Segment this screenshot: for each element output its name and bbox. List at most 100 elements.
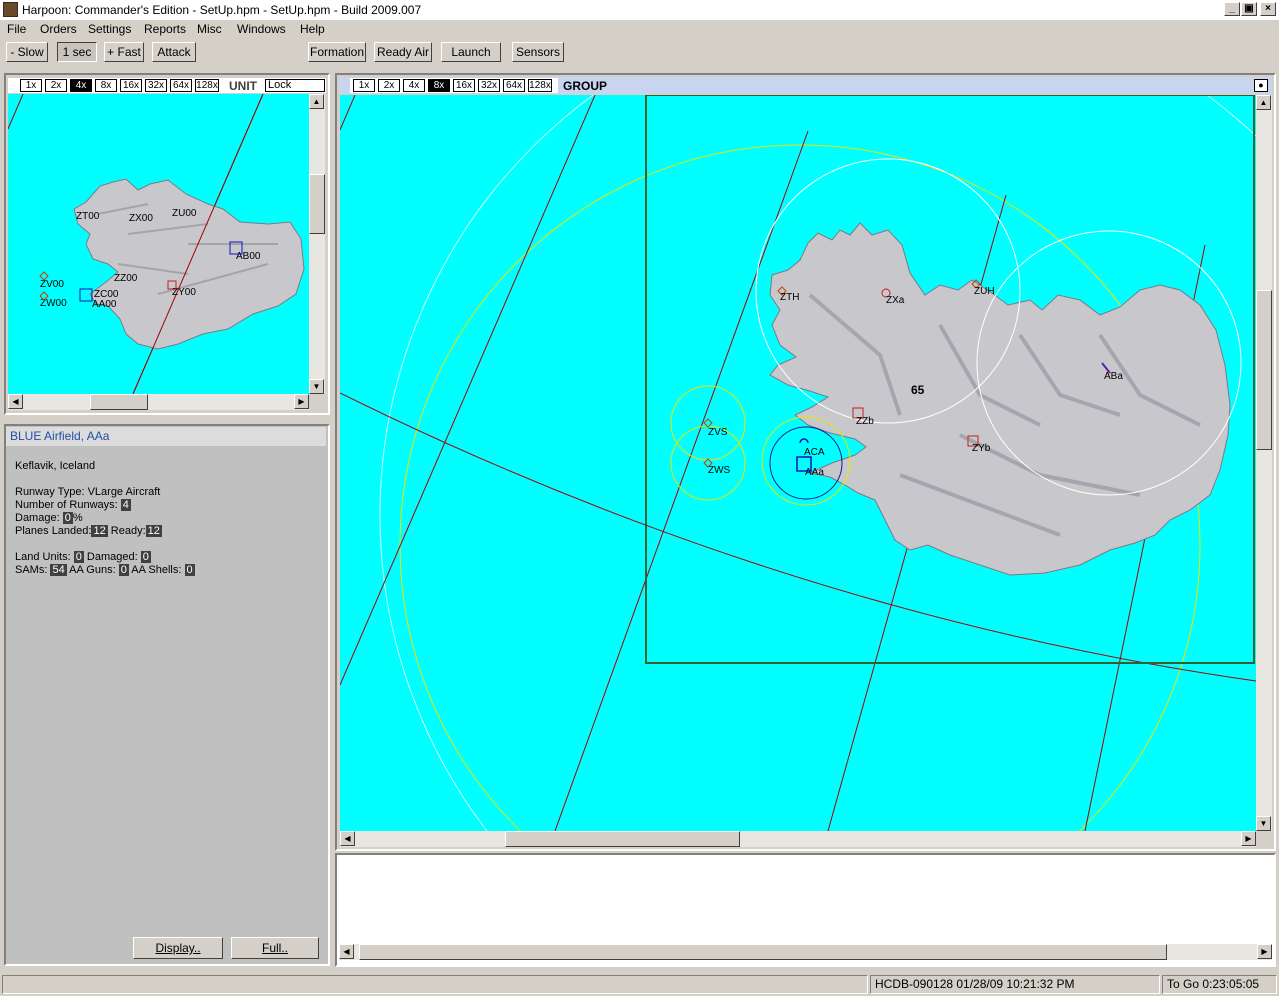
scroll-down-icon[interactable]: ▼	[1256, 816, 1271, 831]
unit-map[interactable]: ZT00 ZX00 ZU00 AB00 ZZ00 ZV00 ZW00 ZC00 …	[8, 94, 309, 394]
menu-file[interactable]: File	[7, 22, 26, 36]
unit-marker-zx00[interactable]: ZX00	[129, 213, 153, 224]
unit-zoom-8x[interactable]: 8x	[95, 79, 117, 92]
close-button[interactable]: ×	[1260, 2, 1276, 16]
info-header: BLUE Airfield, AAa	[6, 427, 326, 446]
scroll-thumb[interactable]	[1256, 290, 1272, 450]
sams-value: 54	[50, 564, 67, 576]
group-zoom-128x[interactable]: 128x	[528, 79, 552, 92]
slow-button[interactable]: - Slow	[6, 42, 48, 62]
group-marker-aba[interactable]: ABa	[1104, 371, 1123, 382]
group-map-hscroll[interactable]: ◀ ▶	[340, 831, 1256, 847]
time-step-button[interactable]: 1 sec	[57, 42, 97, 62]
group-zoom-64x[interactable]: 64x	[503, 79, 525, 92]
info-defenses: SAMs: 54 AA Guns: 0 AA Shells: 0	[15, 564, 195, 576]
app-icon	[3, 2, 18, 17]
unit-marker-ab00[interactable]: AB00	[236, 251, 261, 262]
group-zoom-strip: 1x 2x 4x 8x 16x 32x 64x 128x	[350, 78, 558, 93]
unit-marker-zz00[interactable]: ZZ00	[114, 273, 138, 284]
scroll-thumb[interactable]	[90, 394, 148, 410]
group-marker-zxa[interactable]: ZXa	[886, 295, 905, 306]
land-units-value: 0	[73, 551, 84, 563]
status-to-go: To Go 0:23:05:05	[1162, 975, 1277, 994]
group-zoom-2x[interactable]: 2x	[378, 79, 400, 92]
unit-marker-zt00[interactable]: ZT00	[76, 211, 100, 222]
group-zoom-4x[interactable]: 4x	[403, 79, 425, 92]
num-runways-value: 4	[120, 499, 131, 511]
scroll-right-icon[interactable]: ▶	[294, 394, 309, 409]
menu-reports[interactable]: Reports	[144, 22, 186, 36]
sensors-button[interactable]: Sensors	[512, 42, 564, 62]
info-location: Keflavik, Iceland	[15, 460, 96, 472]
scroll-left-icon[interactable]: ◀	[339, 944, 354, 959]
planes-landed-label: Planes Landed:	[15, 525, 92, 537]
group-zoom-16x[interactable]: 16x	[453, 79, 475, 92]
message-log-hscroll[interactable]: ◀ ▶	[339, 944, 1272, 960]
full-button[interactable]: Full..	[231, 937, 319, 959]
unit-marker-zv00[interactable]: ZV00	[40, 279, 64, 290]
group-marker-aaa[interactable]: AAa	[805, 467, 824, 478]
unit-map-hscroll[interactable]: ◀ ▶	[8, 394, 309, 410]
unit-map-vscroll[interactable]: ▲ ▼	[309, 94, 325, 394]
unit-zoom-1x[interactable]: 1x	[20, 79, 42, 92]
unit-zoom-64x[interactable]: 64x	[170, 79, 192, 92]
group-marker-zyb[interactable]: ZYb	[972, 443, 991, 454]
unit-zoom-2x[interactable]: 2x	[45, 79, 67, 92]
scroll-down-icon[interactable]: ▼	[309, 379, 324, 394]
menu-help[interactable]: Help	[300, 22, 325, 36]
restore-button[interactable]: ▣	[1241, 2, 1257, 16]
menu-misc[interactable]: Misc	[197, 22, 222, 36]
group-zoom-1x[interactable]: 1x	[353, 79, 375, 92]
scroll-right-icon[interactable]: ▶	[1257, 944, 1272, 959]
formation-button[interactable]: Formation	[308, 42, 366, 62]
status-db-time: HCDB-090128 01/28/09 10:21:32 PM	[870, 975, 1160, 994]
scroll-thumb[interactable]	[359, 944, 1167, 960]
damage-label: Damage:	[15, 512, 60, 524]
fast-button[interactable]: + Fast	[104, 42, 144, 62]
damaged-label: Damaged:	[86, 551, 138, 563]
menu-windows[interactable]: Windows	[237, 22, 286, 36]
aa-guns-label: AA Guns:	[69, 564, 116, 576]
group-marker-zth[interactable]: ZTH	[780, 292, 799, 303]
scroll-up-icon[interactable]: ▲	[309, 94, 324, 109]
pin-icon[interactable]: ●	[1254, 79, 1268, 92]
unit-zoom-4x[interactable]: 4x	[70, 79, 92, 92]
unit-zoom-128x[interactable]: 128x	[195, 79, 219, 92]
unit-zoom-16x[interactable]: 16x	[120, 79, 142, 92]
group-marker-aca[interactable]: ACA	[804, 447, 825, 458]
unit-marker-aa00[interactable]: AA00	[92, 299, 117, 310]
scroll-up-icon[interactable]: ▲	[1256, 95, 1271, 110]
group-map[interactable]: ZTH ZXa ZUH ABa 65 ZZb ZYb ZVS ZWS ACA A…	[340, 95, 1256, 831]
group-marker-zws[interactable]: ZWS	[708, 465, 731, 476]
lock-field[interactable]: Lock	[265, 79, 325, 92]
unit-marker-zu00[interactable]: ZU00	[172, 208, 197, 219]
launch-button[interactable]: Launch	[441, 42, 501, 62]
group-marker-zzb[interactable]: ZZb	[856, 416, 874, 427]
group-marker-zvs[interactable]: ZVS	[708, 427, 728, 438]
minimize-button[interactable]: _	[1224, 2, 1240, 16]
ready-air-button[interactable]: Ready Air	[374, 42, 432, 62]
attack-button[interactable]: Attack	[152, 42, 196, 62]
aa-shells-label: AA Shells:	[131, 564, 182, 576]
group-zoom-32x[interactable]: 32x	[478, 79, 500, 92]
aa-guns-value: 0	[118, 564, 129, 576]
info-damage: Damage: 0%	[15, 512, 83, 524]
aa-shells-value: 0	[184, 564, 195, 576]
info-num-runways: Number of Runways: 4	[15, 499, 131, 511]
menu-settings[interactable]: Settings	[88, 22, 131, 36]
scroll-left-icon[interactable]: ◀	[8, 394, 23, 409]
group-marker-65[interactable]: 65	[911, 383, 925, 397]
runway-type-label: Runway Type:	[15, 486, 85, 498]
unit-zoom-32x[interactable]: 32x	[145, 79, 167, 92]
info-planes: Planes Landed: 12 Ready: 12	[15, 525, 162, 537]
group-marker-zuh[interactable]: ZUH	[974, 286, 995, 297]
scroll-left-icon[interactable]: ◀	[340, 831, 355, 846]
group-map-vscroll[interactable]: ▲ ▼	[1256, 95, 1272, 831]
group-zoom-8x[interactable]: 8x	[428, 79, 450, 92]
display-button[interactable]: Display..	[133, 937, 223, 959]
scroll-thumb[interactable]	[505, 831, 740, 847]
ready-label: Ready:	[110, 525, 146, 537]
scroll-thumb[interactable]	[309, 174, 325, 234]
menu-orders[interactable]: Orders	[40, 22, 77, 36]
scroll-right-icon[interactable]: ▶	[1241, 831, 1256, 846]
